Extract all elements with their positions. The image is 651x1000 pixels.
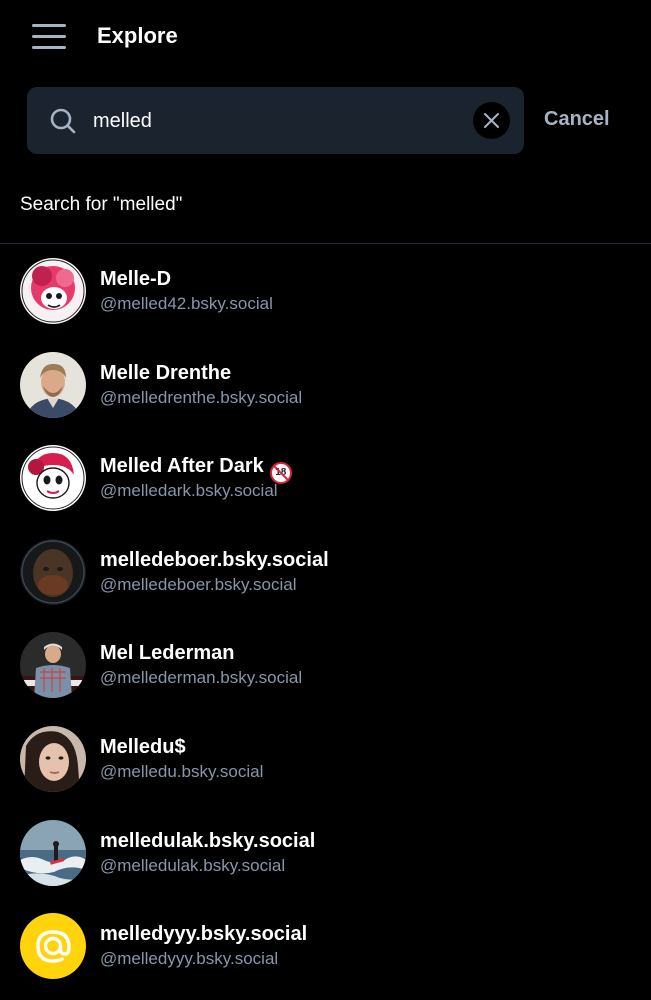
avatar[interactable]: [20, 445, 86, 512]
list-item[interactable]: melledeboer.bsky.social @melledeboer.bsk…: [0, 525, 651, 619]
display-name: Melledu$: [100, 735, 186, 758]
display-name: melledeboer.bsky.social: [100, 548, 329, 571]
list-item[interactable]: Melle-D @melled42.bsky.social: [0, 244, 651, 338]
search-results-list: Melle-D @melled42.bsky.social Melle Dren…: [0, 244, 651, 993]
avatar[interactable]: [20, 632, 86, 699]
user-handle: @melledark.bsky.social: [100, 481, 278, 501]
display-name: Melled After Dark 18: [100, 455, 292, 485]
display-name: Melle Drenthe: [100, 361, 232, 384]
list-item[interactable]: melledyyy.bsky.social @melledyyy.bsky.so…: [0, 899, 651, 993]
search-input[interactable]: [93, 105, 463, 137]
display-name: Melle-D: [100, 268, 172, 290]
list-item[interactable]: Melle Drenthe @melledrenthe.bsky.social: [0, 338, 651, 432]
user-handle: @melled42.bsky.social: [100, 294, 273, 313]
avatar[interactable]: [20, 258, 86, 324]
close-icon: [484, 113, 499, 128]
list-item[interactable]: Mel Lederman @mellederman.bsky.social: [0, 618, 651, 712]
avatar[interactable]: [20, 538, 86, 605]
list-item[interactable]: Melled After Dark 18 @melledark.bsky.soci…: [0, 431, 651, 525]
user-handle: @melledrenthe.bsky.social: [100, 387, 303, 407]
avatar[interactable]: [20, 725, 86, 792]
user-handle: @mellederman.bsky.social: [100, 668, 303, 688]
clear-search-button[interactable]: [473, 102, 510, 139]
list-item[interactable]: Melledu$ @melledu.bsky.social: [0, 712, 651, 806]
display-name: melledulak.bsky.social: [100, 829, 316, 852]
avatar[interactable]: [20, 819, 86, 886]
user-handle: @melledulak.bsky.social: [100, 855, 286, 875]
display-name: melledyyy.bsky.social: [100, 923, 308, 946]
search-field[interactable]: [27, 87, 524, 154]
user-handle: @melledeboer.bsky.social: [100, 574, 297, 594]
default-at-sign-avatar[interactable]: [20, 913, 86, 980]
hamburger-menu-icon[interactable]: [32, 24, 68, 50]
display-name-text: Melled After Dark: [100, 455, 264, 478]
display-name: Mel Lederman: [100, 642, 235, 665]
avatar[interactable]: [20, 351, 86, 418]
search-for-suggestion[interactable]: Search for "melled": [20, 194, 182, 216]
cancel-button[interactable]: Cancel: [544, 108, 610, 131]
page-title: Explore: [97, 23, 178, 48]
user-handle: @melledyyy.bsky.social: [100, 949, 279, 969]
user-handle: @melledu.bsky.social: [100, 761, 264, 781]
top-bar: Explore: [0, 0, 651, 72]
search-icon: [49, 107, 77, 135]
list-item[interactable]: melledulak.bsky.social @melledulak.bsky.…: [0, 806, 651, 900]
